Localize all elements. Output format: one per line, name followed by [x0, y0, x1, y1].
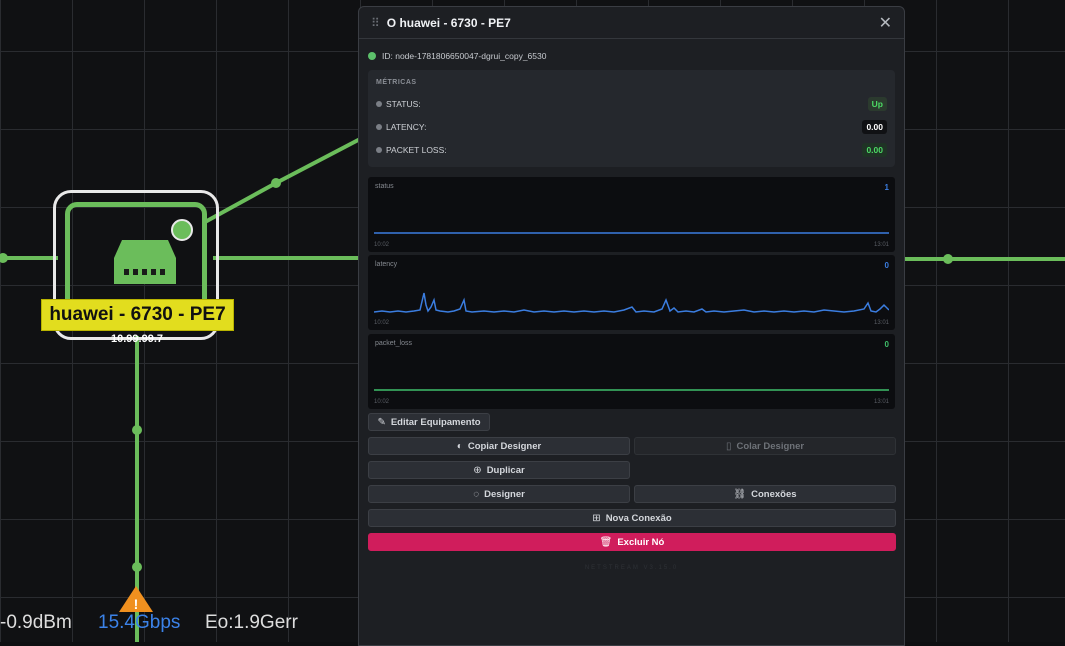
designer-label: Designer — [484, 488, 525, 500]
version-footer: NETSTREAM V3.15.0 — [584, 565, 679, 571]
chart-name: status — [375, 183, 394, 190]
speed-metric: 15.4Gbps — [98, 612, 181, 633]
chart-name: packet_loss — [375, 340, 412, 347]
edit-equipment-button[interactable]: ✎ Editar Equipamento — [368, 413, 490, 431]
palette-icon: ◌ — [473, 488, 480, 500]
metrics-box: MÉTRICAS STATUS: Up LATENCY: 0.00 PACKET… — [368, 70, 895, 167]
router-icon — [114, 240, 176, 284]
metric-bullet-icon — [376, 124, 382, 130]
chart-status[interactable]: status 1 10:02 13:01 — [368, 177, 895, 252]
metric-row-packet-loss: PACKET LOSS: 0.00 — [376, 142, 887, 158]
clipboard-icon: ▯ — [725, 440, 732, 452]
chart-end-time: 13:01 — [873, 320, 889, 326]
connections-button[interactable]: ⛓ Conexões — [634, 485, 896, 503]
trash-icon: 🗑 — [599, 536, 613, 548]
chart-start-time: 10:02 — [374, 320, 390, 326]
panel-title-prefix: O — [386, 15, 400, 30]
chart-name: latency — [375, 261, 398, 268]
plus-square-icon: ⊞ — [592, 512, 601, 524]
warning-icon[interactable]: ! — [117, 584, 155, 614]
edit-equipment-label: Editar Equipamento — [390, 416, 481, 428]
delete-node-button[interactable]: 🗑 Excluir Nó — [368, 533, 896, 551]
chart-end-time: 13:01 — [873, 399, 889, 405]
link-handle — [0, 253, 8, 263]
designer-button[interactable]: ◌ Designer — [368, 485, 630, 503]
link-handle — [271, 178, 281, 188]
node-id-row: ID: node-1781806650047-dgrui_copy_6530 — [368, 51, 546, 61]
latency-line — [374, 292, 889, 313]
metrics-heading: MÉTRICAS — [376, 79, 417, 86]
new-connection-label: Nova Conexão — [605, 512, 672, 524]
node-details-panel: ⠿ O huawei - 6730 - PE7 ✕ ID: node-17818… — [358, 6, 905, 646]
metric-bullet-icon — [376, 101, 382, 107]
power-metric: -0.9dBm — [0, 612, 72, 633]
metric-value: Up — [867, 97, 887, 111]
duplicate-button[interactable]: ⊕ Duplicar — [368, 461, 630, 479]
copy-designer-button[interactable]: ◐ Copiar Designer — [368, 437, 630, 455]
chart-end-time: 13:01 — [873, 242, 889, 248]
plus-circle-icon: ⊕ — [473, 464, 482, 476]
connections-label: Conexões — [751, 488, 797, 500]
packet-loss-line — [374, 389, 889, 391]
drag-handle-icon[interactable]: ⠿ — [371, 16, 380, 30]
metric-label: STATUS: — [386, 99, 421, 109]
chart-latency[interactable]: latency 0 10:02 13:01 — [368, 255, 895, 330]
copy-designer-label: Copiar Designer — [467, 440, 542, 452]
duplicate-label: Duplicar — [486, 464, 525, 476]
link-handle — [943, 254, 953, 264]
panel-title: huawei - 6730 - PE7 — [399, 15, 511, 30]
edit-icon: ✎ — [377, 416, 386, 428]
paste-designer-button[interactable]: ▯ Colar Designer — [634, 437, 896, 455]
new-connection-button[interactable]: ⊞ Nova Conexão — [368, 509, 896, 527]
close-icon[interactable]: ✕ — [879, 13, 892, 33]
metric-value: 0.00 — [862, 143, 887, 157]
status-line — [374, 232, 889, 234]
paste-designer-label: Colar Designer — [736, 440, 805, 452]
panel-header[interactable]: ⠿ O huawei - 6730 - PE7 ✕ — [359, 7, 904, 39]
metric-label: LATENCY: — [386, 122, 427, 132]
chart-packet-loss[interactable]: packet_loss 0 10:02 13:01 — [368, 334, 895, 409]
metric-row-status: STATUS: Up — [376, 96, 887, 112]
online-dot — [368, 52, 376, 60]
link-handle — [132, 425, 142, 435]
node-ip: 10.99.99.7 — [111, 333, 163, 345]
metric-bullet-icon — [376, 147, 382, 153]
link-handle — [132, 562, 142, 572]
metric-value: 0.00 — [862, 120, 887, 134]
node-label[interactable]: huawei - 6730 - PE7 — [41, 299, 234, 331]
node-id: ID: node-1781806650047-dgrui_copy_6530 — [382, 51, 547, 61]
link-northeast — [204, 136, 363, 224]
metric-row-latency: LATENCY: 0.00 — [376, 119, 887, 135]
metric-label: PACKET LOSS: — [386, 145, 447, 155]
node-status-dot — [171, 219, 193, 241]
errors-metric: Eo:1.9Gerr — [205, 612, 298, 633]
chart-start-time: 10:02 — [374, 242, 390, 248]
delete-node-label: Excluir Nó — [617, 536, 665, 548]
chart-start-time: 10:02 — [374, 399, 390, 405]
link-icon: ⛓ — [733, 488, 747, 500]
palette-icon: ◐ — [456, 440, 463, 452]
warning-glyph: ! — [134, 596, 139, 612]
